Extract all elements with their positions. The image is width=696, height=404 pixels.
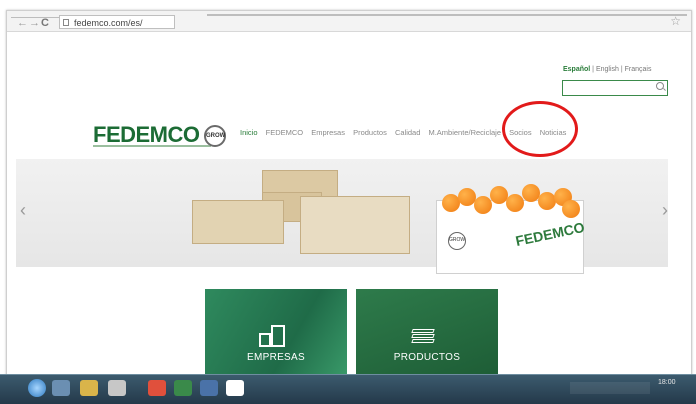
grow-badge: GROW xyxy=(204,125,226,147)
page-icon xyxy=(63,19,69,26)
language-switcher: Español | English | Français xyxy=(563,66,651,73)
logo-tagline xyxy=(93,145,211,147)
browser-toolbar: ← → C fedemco.com/es/ ☆ xyxy=(7,11,691,32)
menu-item-empresas[interactable]: Empresas xyxy=(311,128,345,137)
taskbar-app-icon[interactable] xyxy=(200,380,218,396)
menu-item-productos[interactable]: Productos xyxy=(353,128,387,137)
crate-grow-badge: GROW xyxy=(448,232,466,250)
tile-productos-label: PRODUCTOS xyxy=(393,352,461,363)
url-text: fedemco.com/es/ xyxy=(74,18,143,28)
tile-productos[interactable]: PRODUCTOS xyxy=(356,289,498,381)
search-icon[interactable] xyxy=(656,82,664,90)
tile-empresas[interactable]: EMPRESAS xyxy=(205,289,347,381)
oranges-image xyxy=(440,184,580,218)
taskbar-clock[interactable]: 18:00 xyxy=(658,379,676,386)
tile-empresas-label: EMPRESAS xyxy=(247,352,305,363)
start-button-icon[interactable] xyxy=(28,379,46,397)
taskbar-app-icon[interactable] xyxy=(148,380,166,396)
search-input[interactable] xyxy=(562,80,668,96)
taskbar-app-icon[interactable] xyxy=(226,380,244,396)
toolbar-divider xyxy=(207,14,687,16)
taskbar-app-icon[interactable] xyxy=(174,380,192,396)
language-english[interactable]: English xyxy=(596,66,619,73)
menu-item-fedemco[interactable]: FEDEMCO xyxy=(266,128,304,137)
os-taskbar: 18:00 xyxy=(0,374,696,404)
wooden-crate-image xyxy=(300,196,410,254)
system-tray[interactable] xyxy=(570,382,650,394)
bookmark-star-icon[interactable]: ☆ xyxy=(670,14,681,28)
taskbar-app-icon[interactable] xyxy=(108,380,126,396)
menu-item-inicio[interactable]: Inicio xyxy=(240,128,258,137)
carousel-prev-icon[interactable]: ‹ xyxy=(20,200,26,221)
carousel-next-icon[interactable]: › xyxy=(662,200,668,221)
language-francais[interactable]: Français xyxy=(625,66,652,73)
back-button[interactable]: ← xyxy=(17,17,28,29)
forward-button[interactable]: → xyxy=(29,17,40,29)
highlight-circle-annotation xyxy=(502,101,578,157)
wooden-crate-image xyxy=(192,200,284,244)
language-espanol[interactable]: Español xyxy=(563,66,590,73)
address-bar[interactable]: fedemco.com/es/ xyxy=(59,15,175,29)
menu-item-medio-ambiente[interactable]: M.Ambiente/Reciclaje xyxy=(428,128,501,137)
stack-icon xyxy=(411,329,436,345)
buildings-icon xyxy=(259,325,291,347)
taskbar-app-icon[interactable] xyxy=(52,380,70,396)
reload-button[interactable]: C xyxy=(41,17,49,29)
menu-item-calidad[interactable]: Calidad xyxy=(395,128,420,137)
taskbar-app-icon[interactable] xyxy=(80,380,98,396)
